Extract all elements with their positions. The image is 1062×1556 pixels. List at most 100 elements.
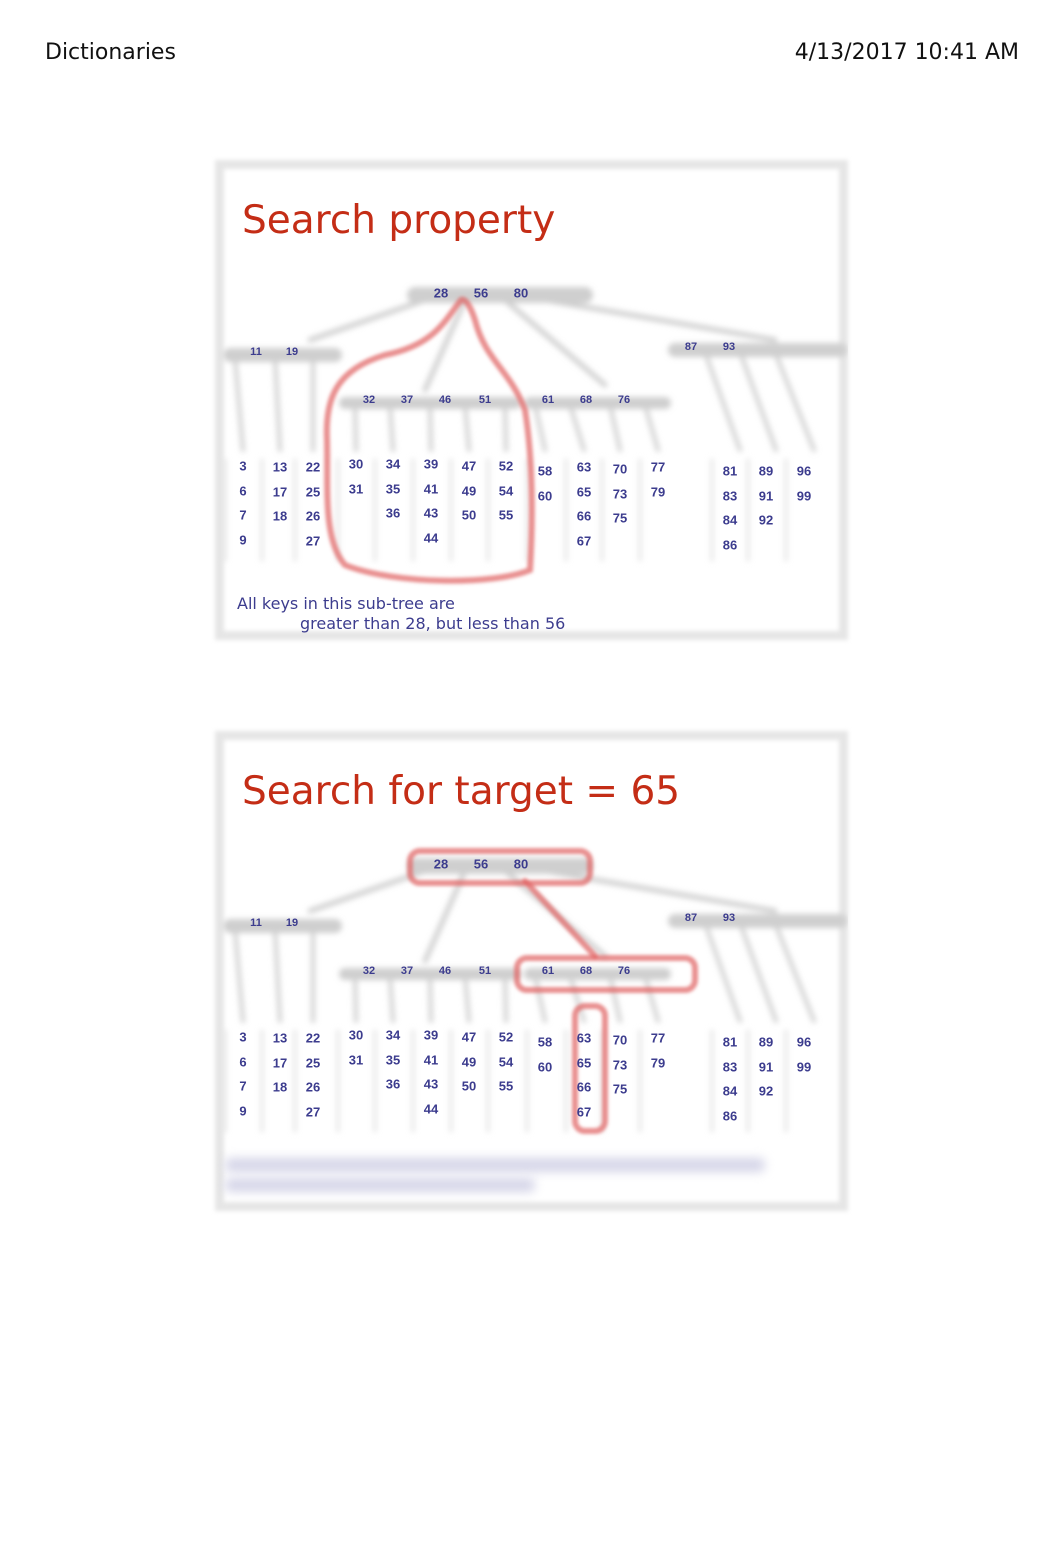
tree-edge	[463, 403, 471, 452]
internal-key: 87	[684, 341, 698, 353]
leaf-key: 54	[498, 1054, 514, 1069]
internal-key: 61	[541, 394, 555, 406]
leaf-key: 96	[796, 463, 812, 479]
tree-edge	[703, 350, 742, 452]
tree-edge	[773, 350, 816, 452]
leaf-key: 22	[305, 1030, 321, 1046]
tree-edge	[307, 297, 428, 343]
tree-edge	[533, 403, 547, 452]
leaf-key: 86	[722, 1108, 738, 1123]
tree-edge	[273, 356, 282, 452]
leaf-key: 49	[461, 483, 477, 498]
search-path	[522, 878, 598, 959]
leaf-key: 65	[576, 1055, 592, 1070]
leaf-key: 73	[612, 1057, 628, 1072]
leaf-key: 81	[722, 463, 738, 479]
tree-edge	[428, 403, 433, 452]
page-title: Dictionaries	[45, 40, 176, 65]
leaf-key: 66	[576, 508, 592, 524]
slide-title: Search for target = 65	[242, 769, 681, 814]
tree-edge	[388, 403, 395, 452]
leaf-key: 9	[239, 532, 247, 547]
leaf-key: 47	[461, 1029, 477, 1045]
leaf-key: 26	[305, 1079, 321, 1095]
internal-key: 19	[285, 917, 299, 929]
leaf-key: 43	[423, 1076, 439, 1092]
leaf-key: 77	[650, 1030, 666, 1046]
page-datetime: 4/13/2017 10:41 AM	[794, 40, 1019, 65]
tree-edge	[608, 403, 622, 452]
leaf-key: 26	[305, 508, 321, 524]
leaf-key: 91	[758, 488, 774, 503]
leaf-key: 9	[239, 1103, 247, 1118]
leaf-key: 75	[612, 1081, 628, 1097]
leaf-key: 30	[348, 1027, 364, 1043]
leaf-key: 18	[272, 508, 288, 524]
root-key: 28	[433, 856, 449, 872]
leaf-key: 43	[423, 505, 439, 521]
caption-line2: greater than 28, but less than 56	[300, 614, 566, 633]
root-key: 28	[433, 285, 449, 301]
caption-line1: All keys in this sub-tree are	[237, 594, 455, 613]
tree-edge	[463, 974, 471, 1023]
internal-key: 32	[362, 394, 376, 406]
leaf-key: 67	[576, 533, 592, 548]
leaf-key: 17	[272, 484, 288, 499]
leaf-key: 27	[305, 533, 321, 548]
leaf-key: 35	[385, 481, 401, 496]
leaf-key: 50	[461, 507, 477, 523]
leaf-key: 65	[576, 484, 592, 499]
leaf-key: 50	[461, 1078, 477, 1094]
leaf-key: 58	[537, 463, 553, 479]
leaf-key: 60	[537, 488, 553, 503]
tree-edge	[503, 403, 508, 452]
internal-key: 76	[617, 394, 631, 406]
leaf-key: 83	[722, 1059, 738, 1074]
leaf-key: 58	[537, 1034, 553, 1050]
internal-key: 11	[250, 346, 262, 358]
leaf-key: 44	[423, 530, 439, 545]
leaf-key: 6	[239, 483, 247, 498]
internal-key: 76	[617, 965, 631, 977]
tree-edge	[233, 356, 245, 452]
leaf-key: 92	[758, 1083, 774, 1099]
leaf-key: 3	[239, 458, 247, 474]
tree-edge	[503, 974, 508, 1023]
leaf-key: 31	[348, 481, 364, 496]
leaf-key: 84	[722, 512, 738, 528]
leaf-key: 77	[650, 459, 666, 475]
leaf-key: 70	[612, 1032, 628, 1048]
internal-key: 46	[438, 965, 452, 977]
internal-key: 87	[684, 912, 698, 924]
leaf-key: 41	[423, 1052, 439, 1067]
tree-edge	[422, 297, 468, 393]
leaf-key: 25	[305, 484, 321, 499]
leaf-key: 70	[612, 461, 628, 477]
leaf-key: 47	[461, 458, 477, 474]
leaf-key: 13	[272, 1030, 288, 1046]
leaf-key: 27	[305, 1104, 321, 1119]
leaf-key: 7	[239, 1078, 247, 1094]
leaf-key: 99	[796, 488, 812, 503]
leaf-key: 36	[385, 1076, 401, 1092]
leaf-key: 36	[385, 505, 401, 521]
tree-edge	[568, 403, 586, 452]
leaf-key: 34	[385, 1027, 401, 1043]
leaf-key: 31	[348, 1052, 364, 1067]
leaf-key: 17	[272, 1055, 288, 1070]
leaf-key: 79	[650, 484, 666, 499]
blurred-caption	[225, 1178, 535, 1192]
root-key: 80	[513, 856, 529, 872]
root-key: 80	[513, 285, 529, 301]
leaf-key: 73	[612, 486, 628, 501]
leaf-key: 39	[423, 456, 439, 472]
leaf-key: 84	[722, 1083, 738, 1099]
tree-edge	[388, 974, 395, 1023]
leaf-key: 52	[498, 1029, 514, 1045]
leaf-key: 49	[461, 1054, 477, 1069]
tree-edge	[428, 974, 433, 1023]
tree-edge	[738, 921, 778, 1023]
slide-search-property: Search property All keys in this sub-tre…	[215, 160, 848, 640]
internal-key: 37	[400, 394, 414, 406]
tree-edge	[643, 403, 660, 452]
